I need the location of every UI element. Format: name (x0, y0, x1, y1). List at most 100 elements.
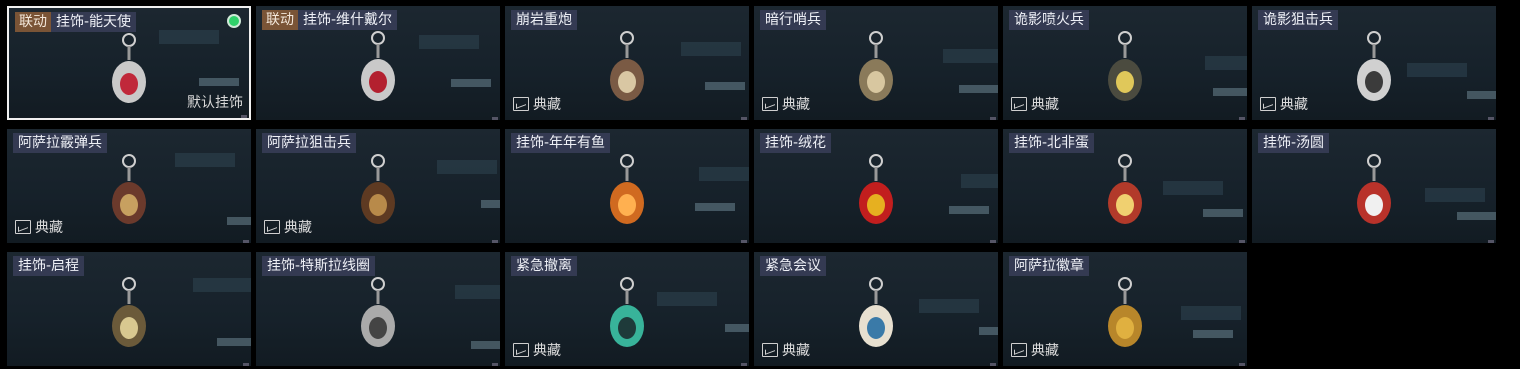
collection-icon (1011, 343, 1027, 357)
item-name: 暗行哨兵 (760, 10, 826, 30)
rarity-label: 典藏 (264, 217, 312, 237)
item-name: 挂饰-北非蛋 (1009, 133, 1095, 153)
corner-marker (492, 117, 498, 120)
collection-icon (15, 220, 31, 234)
sniper-soldier-figure-icon (348, 153, 408, 239)
collection-icon (1260, 97, 1276, 111)
item-name: 阿萨拉狙击兵 (262, 133, 356, 153)
collection-icon (1011, 97, 1027, 111)
collection-icon (513, 343, 529, 357)
default-charm-label: 默认挂饰 (187, 95, 243, 111)
flamer-figure-icon (1095, 30, 1155, 116)
charm-card[interactable]: 挂饰-汤圆 (1252, 129, 1496, 243)
angel-tag-charm-icon (99, 32, 159, 118)
dumpling-bowl-charm-icon (1344, 153, 1404, 239)
item-name: 挂饰-绒花 (760, 133, 832, 153)
charm-card[interactable]: 挂饰-北非蛋 (1003, 129, 1247, 243)
item-name: 诡影狙击兵 (1258, 10, 1338, 30)
charm-card[interactable]: 阿萨拉徽章 典藏 (1003, 252, 1247, 366)
item-tag: 挂饰-北非蛋 (1009, 133, 1095, 153)
item-name: 阿萨拉霰弹兵 (13, 133, 107, 153)
item-name: 挂饰-能天使 (51, 12, 137, 32)
rarity-label: 典藏 (762, 340, 810, 360)
background-streak (705, 82, 745, 90)
background-streak (725, 324, 749, 332)
background-streak (455, 285, 500, 299)
corner-marker (1239, 363, 1245, 366)
sniper-figure-icon (1344, 30, 1404, 116)
charm-card[interactable]: 阿萨拉霰弹兵典藏 (7, 129, 251, 243)
fish-charm-icon (597, 153, 657, 239)
background-streak (419, 35, 479, 49)
item-tag: 诡影喷火兵 (1009, 10, 1089, 30)
charm-card[interactable]: 阿萨拉狙击兵 典藏 (256, 129, 500, 243)
background-streak (1457, 212, 1496, 220)
rarity-text: 典藏 (1280, 97, 1308, 113)
background-streak (949, 206, 989, 214)
background-streak (1193, 330, 1233, 338)
item-tag: 紧急撤离 (511, 256, 577, 276)
charm-card[interactable]: 挂饰-启程 (7, 252, 251, 366)
collab-badge: 联动 (15, 12, 51, 32)
collab-badge: 联动 (262, 10, 298, 30)
background-streak (1163, 181, 1223, 195)
background-streak (1181, 306, 1241, 320)
item-name: 挂饰-年年有鱼 (511, 133, 611, 153)
rarity-label: 典藏 (15, 217, 63, 237)
triangle-emblem-charm-icon (99, 276, 159, 362)
background-streak (159, 30, 219, 44)
charm-card[interactable]: 联动 挂饰-能天使默认挂饰 (7, 6, 251, 120)
item-tag: 挂饰-启程 (13, 256, 85, 276)
item-name: 紧急撤离 (511, 256, 577, 276)
shotgunner-figure-icon (99, 153, 159, 239)
gunner-figure-icon (597, 30, 657, 116)
charm-card[interactable]: 联动 挂饰-维什戴尔 (256, 6, 500, 120)
background-streak (471, 341, 500, 349)
corner-marker (492, 363, 498, 366)
item-tag: 挂饰-特斯拉线圈 (262, 256, 376, 276)
background-streak (437, 160, 497, 174)
background-streak (657, 292, 717, 306)
item-name: 阿萨拉徽章 (1009, 256, 1089, 276)
collection-icon (264, 220, 280, 234)
item-tag: 紧急会议 (760, 256, 826, 276)
charm-card[interactable]: 暗行哨兵 典藏 (754, 6, 998, 120)
item-tag: 联动 挂饰-维什戴尔 (262, 10, 398, 30)
item-tag: 诡影狙击兵 (1258, 10, 1338, 30)
collection-icon (762, 343, 778, 357)
corner-marker (243, 240, 249, 243)
charm-card[interactable]: 挂饰-年年有鱼 (505, 129, 749, 243)
charm-card[interactable]: 挂饰-绒花 (754, 129, 998, 243)
charm-card[interactable]: 挂饰-特斯拉线圈 (256, 252, 500, 366)
item-name: 挂饰-启程 (13, 256, 85, 276)
corner-marker (492, 240, 498, 243)
charm-card[interactable]: 诡影喷火兵 典藏 (1003, 6, 1247, 120)
rarity-label: 典藏 (762, 94, 810, 114)
item-tag: 阿萨拉霰弹兵 (13, 133, 107, 153)
item-name: 紧急会议 (760, 256, 826, 276)
background-streak (961, 174, 998, 188)
tag-charm-icon (348, 30, 408, 116)
tesla-coil-charm-icon (348, 276, 408, 362)
corner-marker (1488, 240, 1494, 243)
item-tag: 挂饰-年年有鱼 (511, 133, 611, 153)
charm-card[interactable]: 崩岩重炮 典藏 (505, 6, 749, 120)
rarity-text: 典藏 (533, 343, 561, 359)
background-streak (681, 42, 741, 56)
charm-card[interactable]: 紧急撤离 典藏 (505, 252, 749, 366)
item-name: 崩岩重炮 (511, 10, 577, 30)
rarity-text: 典藏 (533, 97, 561, 113)
background-streak (481, 200, 500, 208)
background-streak (193, 278, 251, 292)
background-streak (1205, 56, 1247, 70)
background-streak (979, 327, 998, 335)
item-tag: 崩岩重炮 (511, 10, 577, 30)
background-streak (919, 299, 979, 313)
charm-card[interactable]: 诡影狙击兵典藏 (1252, 6, 1496, 120)
background-streak (699, 167, 749, 181)
charm-card[interactable]: 紧急会议 典藏 (754, 252, 998, 366)
background-streak (959, 85, 998, 93)
meeting-badge-charm-icon (846, 276, 906, 362)
rarity-text: 典藏 (35, 220, 63, 236)
corner-marker (243, 363, 249, 366)
